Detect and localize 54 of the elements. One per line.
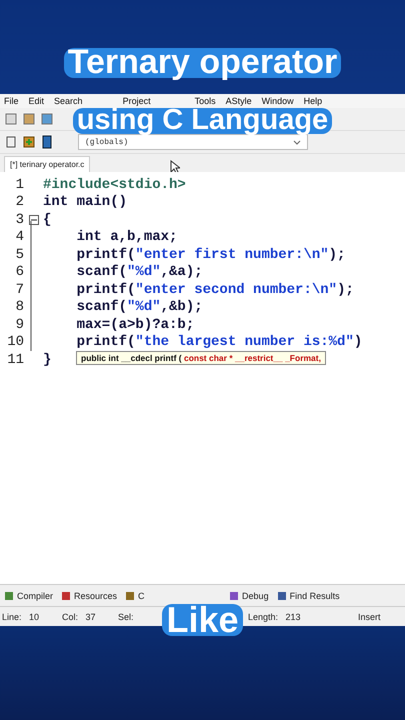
- menu-item[interactable]: Edit: [28, 96, 44, 106]
- line-number: 3: [14, 212, 24, 228]
- panel-tab[interactable]: Compiler: [4, 590, 54, 600]
- status-field: Length: 213: [248, 612, 358, 622]
- code-line: int main(): [43, 194, 128, 210]
- menu-item[interactable]: Search: [54, 96, 83, 106]
- tab-icon: [4, 590, 14, 600]
- line-number: 9: [14, 316, 24, 333]
- panel-tab[interactable]: Find Results: [276, 590, 340, 600]
- line-number: 4: [14, 229, 24, 246]
- menu-item[interactable]: File: [4, 96, 19, 106]
- scope-field[interactable]: (globals): [78, 134, 308, 150]
- line-number: 10: [6, 334, 24, 350]
- line-number: 8: [14, 299, 24, 316]
- toolbar-icon[interactable]: [40, 135, 54, 149]
- status-field: Col: 37: [62, 612, 118, 622]
- panel-tab[interactable]: Debug: [229, 590, 269, 600]
- code-line: {: [43, 212, 52, 228]
- line-number: 11: [6, 352, 24, 368]
- code-line: printf("enter second number:\n");: [76, 282, 354, 298]
- code-line: printf("enter first number:\n");: [76, 246, 346, 263]
- dropdown-caret-icon[interactable]: [293, 140, 301, 144]
- toolbar-icon[interactable]: [22, 135, 36, 149]
- status-field: Insert: [358, 612, 398, 622]
- menu-item[interactable]: AStyle: [226, 96, 252, 106]
- fold-icon[interactable]: [28, 214, 38, 225]
- panel-tab[interactable]: C: [125, 590, 222, 600]
- code-line: scanf("%d",&a);: [76, 264, 203, 280]
- line-number: 1: [14, 176, 24, 193]
- code-line: max=(a>b)?a:b;: [76, 316, 194, 333]
- code-line: #include<stdio.h>: [43, 176, 186, 193]
- signature-tooltip: public int __cdecl printf ( const char * __restrict__ _Format,: [76, 351, 326, 365]
- code-line: int a,b,max;: [76, 229, 178, 246]
- video-caption: Ternary operator: [64, 48, 342, 78]
- toolbar-icon[interactable]: [4, 135, 18, 149]
- code-line: }: [43, 352, 52, 368]
- line-number: 7: [14, 282, 24, 298]
- menu-item[interactable]: Project: [122, 96, 151, 106]
- menu-item[interactable]: Window: [262, 96, 294, 106]
- tab-icon: [125, 590, 136, 600]
- tab-icon: [229, 590, 240, 600]
- menu-item[interactable]: Help: [304, 96, 322, 106]
- line-number: 6: [14, 264, 24, 280]
- code-line: scanf("%d",&b);: [76, 299, 203, 316]
- video-caption: using C Language: [72, 108, 332, 134]
- code-line: printf("the largest number is:%d"): [76, 334, 362, 350]
- menu-item[interactable]: Tools: [194, 96, 216, 106]
- status-field: Line: 10: [2, 612, 62, 622]
- panel-tab[interactable]: Resources: [61, 590, 118, 600]
- tab-icon: [276, 590, 287, 600]
- line-number: 2: [14, 194, 24, 210]
- tab-icon: [61, 590, 72, 600]
- file-tab[interactable]: [*] terinary operator.c: [4, 156, 90, 172]
- line-number: 5: [14, 246, 24, 263]
